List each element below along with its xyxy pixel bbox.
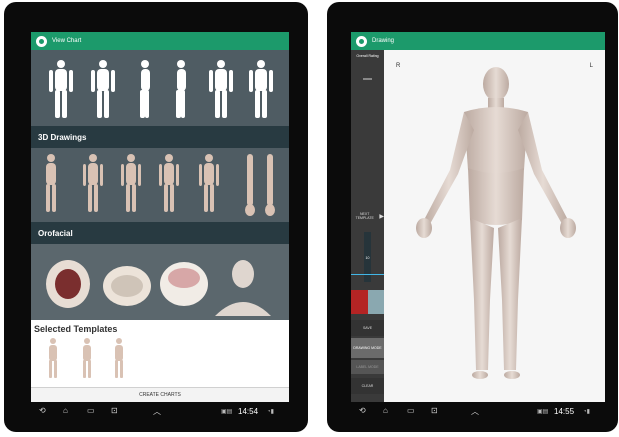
head-figure bbox=[215, 260, 271, 316]
3d-figure-1 bbox=[46, 154, 56, 212]
selected-templates-panel: Selected Templates bbox=[31, 320, 289, 388]
screenshot-icon[interactable]: ⊡ bbox=[431, 406, 438, 415]
anatomical-body-figure bbox=[416, 67, 576, 379]
next-template-button[interactable]: NEXT TEMPLATE ▶ bbox=[351, 207, 384, 225]
view-chart-screen: View Chart 3D Drawings Orofacial Selecte… bbox=[31, 32, 289, 402]
home-icon[interactable]: ⌂ bbox=[383, 406, 388, 415]
wifi-battery-icon: ◔▮ bbox=[267, 409, 274, 415]
body-templates-row[interactable] bbox=[31, 50, 289, 126]
back-icon[interactable]: ⟲ bbox=[359, 406, 366, 415]
selected-template-2 bbox=[83, 338, 91, 378]
color-swatch-teal[interactable] bbox=[368, 290, 384, 314]
brush-size-value: 10 bbox=[365, 256, 370, 260]
dental-arch-figure bbox=[160, 262, 208, 306]
right-side-marker: R bbox=[396, 63, 401, 69]
selected-template-thumbs bbox=[49, 338, 123, 378]
app-logo-icon bbox=[356, 35, 367, 47]
recent-apps-icon[interactable]: ▭ bbox=[407, 406, 415, 415]
3d-drawings-row[interactable] bbox=[31, 148, 289, 222]
clock: 14:54 bbox=[238, 407, 259, 416]
section-header-orofacial: Orofacial bbox=[31, 222, 289, 244]
section-header-3d-drawings: 3D Drawings bbox=[31, 126, 289, 148]
app-title: Drawing bbox=[372, 38, 395, 44]
status-icons: ▣▤ bbox=[537, 409, 549, 415]
color-swatch-red[interactable] bbox=[351, 290, 368, 314]
app-title: View Chart bbox=[52, 38, 82, 44]
drawing-side-panel: Overall Rating NEXT TEMPLATE ▶ 10 SAVE D… bbox=[351, 50, 384, 402]
3d-figure-3 bbox=[121, 154, 141, 212]
tablet-right: Drawing Overall Rating NEXT TEMPLATE ▶ 1… bbox=[327, 2, 618, 432]
tablet-left: View Chart 3D Drawings Orofacial Selecte… bbox=[4, 2, 308, 432]
save-button[interactable]: SAVE bbox=[351, 320, 384, 336]
body-front-figure-2 bbox=[209, 60, 233, 118]
teeth-figure bbox=[103, 266, 151, 306]
app-bar: Drawing bbox=[351, 32, 605, 50]
clear-button[interactable]: CLEAR bbox=[351, 378, 384, 394]
body-front-figure bbox=[49, 60, 73, 118]
screenshot-icon[interactable]: ⊡ bbox=[111, 406, 118, 415]
3d-figure-5 bbox=[199, 154, 219, 212]
orofacial-row[interactable] bbox=[31, 244, 289, 320]
label-mode-button[interactable]: LABEL MODE bbox=[351, 360, 384, 374]
app-logo-icon bbox=[36, 35, 47, 47]
rating-indicator bbox=[363, 78, 372, 80]
back-icon[interactable]: ⟲ bbox=[39, 406, 46, 415]
drawing-screen: Drawing Overall Rating NEXT TEMPLATE ▶ 1… bbox=[351, 32, 605, 402]
system-nav-bar: ⟲ ⌂ ▭ ⊡ ︿ ▣▤ 14:55 ◔▮ bbox=[351, 402, 605, 422]
recent-apps-icon[interactable]: ▭ bbox=[87, 406, 95, 415]
left-side-marker: L bbox=[589, 63, 593, 69]
3d-figure-2 bbox=[83, 154, 103, 212]
3d-figures-group bbox=[46, 154, 275, 216]
overall-rating-label: Overall Rating bbox=[356, 54, 379, 58]
create-charts-button[interactable]: CREATE CHARTS bbox=[31, 387, 289, 402]
body-front-figure-3 bbox=[249, 60, 273, 118]
app-bar: View Chart bbox=[31, 32, 289, 50]
home-icon[interactable]: ⌂ bbox=[63, 406, 68, 415]
next-template-label: NEXT TEMPLATE bbox=[355, 212, 374, 220]
status-icons: ▣▤ bbox=[221, 409, 233, 415]
body-side-figure-2 bbox=[176, 60, 186, 118]
body-back-figure bbox=[91, 60, 115, 118]
wifi-battery-icon: ◔▮ bbox=[583, 409, 590, 415]
selected-template-1 bbox=[49, 338, 57, 378]
3d-arm-figure bbox=[245, 154, 275, 216]
system-nav-bar: ⟲ ⌂ ▭ ⊡ ︿ ▣▤ 14:54 ◔▮ bbox=[31, 402, 289, 422]
selected-templates-title: Selected Templates bbox=[34, 324, 118, 334]
3d-figure-4 bbox=[159, 154, 179, 212]
drawing-mode-button[interactable]: DRAWING MODE bbox=[351, 338, 384, 358]
chevron-up-icon[interactable]: ︿ bbox=[153, 406, 161, 417]
orofacial-figures-group bbox=[46, 260, 271, 316]
body-side-figure bbox=[140, 60, 150, 118]
slider-track-marker bbox=[351, 274, 384, 275]
drawing-canvas[interactable]: R L bbox=[384, 50, 605, 402]
open-mouth-figure bbox=[46, 260, 90, 308]
clock: 14:55 bbox=[554, 407, 575, 416]
selected-template-3 bbox=[115, 338, 123, 378]
body-figures-group bbox=[49, 60, 273, 118]
chevron-up-icon[interactable]: ︿ bbox=[471, 406, 479, 417]
